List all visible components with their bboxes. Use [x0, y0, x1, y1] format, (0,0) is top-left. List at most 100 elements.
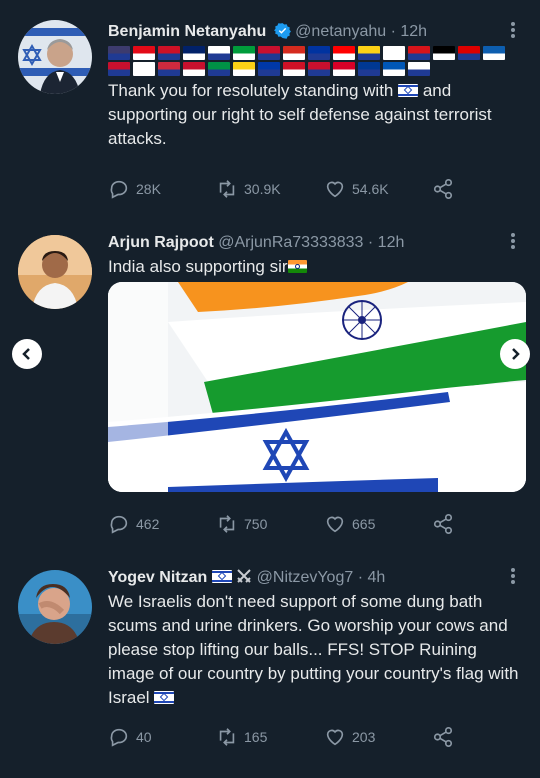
- israel-flag-icon: [154, 691, 175, 704]
- country-flag-icon: [258, 46, 280, 60]
- retweet-icon: [219, 728, 235, 746]
- country-flag-icon: [108, 62, 130, 76]
- israel-flag-icon: [398, 84, 419, 97]
- tweet-netanyahu[interactable]: Benjamin Netanyahu @netanyahu · 12h Than…: [0, 0, 540, 215]
- tweet-header: Arjun Rajpoot @ArjunRa73333833 · 12h: [108, 231, 526, 255]
- country-flag-icon: [483, 46, 505, 60]
- reply-icon: [110, 515, 128, 534]
- avatar-image: [18, 570, 92, 644]
- reply-button[interactable]: 28K: [108, 177, 161, 201]
- chevron-right-icon: [512, 348, 520, 360]
- retweet-count: 750: [244, 516, 268, 532]
- tweet-actions: 28K 30.9K 54.6K: [108, 177, 468, 201]
- heart-icon: [326, 729, 344, 746]
- retweet-icon: [219, 515, 235, 533]
- like-button[interactable]: 665: [324, 512, 375, 536]
- country-flag-icon: [208, 62, 230, 76]
- country-flag-icon: [258, 62, 280, 76]
- avatar-image: [18, 20, 92, 94]
- country-flag-icon: [408, 46, 430, 60]
- avatar[interactable]: [18, 20, 92, 94]
- share-button[interactable]: [432, 725, 454, 749]
- reply-icon: [110, 180, 128, 199]
- country-flag-icon: [183, 62, 205, 76]
- flag-emoji-row: [108, 46, 508, 76]
- retweet-count: 165: [244, 729, 268, 745]
- reply-button[interactable]: 462: [108, 512, 159, 536]
- country-flag-icon: [158, 46, 180, 60]
- country-flag-icon: [158, 62, 180, 76]
- like-button[interactable]: 203: [324, 725, 375, 749]
- display-name[interactable]: Yogev Nitzan: [108, 569, 207, 586]
- timestamp[interactable]: · 4h: [358, 569, 386, 586]
- user-handle[interactable]: @netanyahu: [295, 23, 386, 40]
- tweet-media-image[interactable]: [108, 282, 526, 492]
- reply-count: 28K: [136, 181, 161, 197]
- share-icon: [433, 179, 453, 199]
- carousel-next-button[interactable]: [500, 339, 530, 369]
- country-flag-icon: [208, 46, 230, 60]
- heart-icon: [326, 516, 344, 533]
- display-name[interactable]: Benjamin Netanyahu: [108, 23, 266, 40]
- more-options-icon[interactable]: [510, 22, 516, 40]
- crossed-swords-icon: [237, 569, 251, 583]
- retweet-button[interactable]: 750: [216, 512, 267, 536]
- reply-button[interactable]: 40: [108, 725, 152, 749]
- tweet-arjun[interactable]: Arjun Rajpoot @ArjunRa73333833 · 12h Ind…: [0, 230, 540, 550]
- user-handle[interactable]: @NitzevYog7: [257, 569, 354, 586]
- retweet-count: 30.9K: [244, 181, 281, 197]
- more-options-icon[interactable]: [510, 233, 516, 251]
- display-name[interactable]: Arjun Rajpoot: [108, 234, 214, 251]
- carousel-prev-button[interactable]: [12, 339, 42, 369]
- timestamp[interactable]: · 12h: [368, 234, 404, 251]
- like-count: 54.6K: [352, 181, 389, 197]
- country-flag-icon: [383, 62, 405, 76]
- country-flag-icon: [308, 62, 330, 76]
- share-button[interactable]: [432, 177, 454, 201]
- avatar[interactable]: [18, 570, 92, 644]
- avatar[interactable]: [18, 235, 92, 309]
- country-flag-icon: [233, 46, 255, 60]
- country-flag-icon: [333, 46, 355, 60]
- share-icon: [433, 727, 453, 747]
- share-icon: [433, 514, 453, 534]
- reply-count: 462: [136, 516, 160, 532]
- tweet-text: India also supporting sir: [108, 255, 526, 279]
- verified-badge-icon: [273, 23, 291, 39]
- avatar-image: [18, 235, 92, 309]
- tweet-text: We Israelis don't need support of some d…: [108, 592, 519, 707]
- user-handle[interactable]: @ArjunRa73333833: [218, 234, 363, 251]
- tweet-header: Yogev Nitzan @NitzevYog7 · 4h: [108, 566, 526, 590]
- reply-icon: [110, 728, 128, 747]
- israel-flag-icon: [211, 570, 232, 583]
- like-count: 203: [352, 729, 376, 745]
- country-flag-icon: [433, 46, 455, 60]
- india-israel-flags-image: [108, 282, 526, 492]
- reply-count: 40: [136, 729, 152, 745]
- retweet-button[interactable]: 30.9K: [216, 177, 281, 201]
- country-flag-icon: [308, 46, 330, 60]
- more-options-icon[interactable]: [510, 568, 516, 586]
- like-button[interactable]: 54.6K: [324, 177, 389, 201]
- country-flag-icon: [333, 62, 355, 76]
- country-flag-icon: [108, 46, 130, 60]
- tweet-actions: 40 165 203: [108, 725, 468, 749]
- country-flag-icon: [283, 46, 305, 60]
- country-flag-icon: [283, 62, 305, 76]
- heart-icon: [326, 181, 344, 198]
- country-flag-icon: [458, 46, 480, 60]
- tweet-header: Benjamin Netanyahu @netanyahu · 12h: [108, 20, 526, 44]
- country-flag-icon: [383, 46, 405, 60]
- tweet-actions: 462 750 665: [108, 512, 468, 536]
- retweet-icon: [219, 180, 235, 198]
- country-flag-icon: [358, 46, 380, 60]
- tweet-yogev[interactable]: Yogev Nitzan @NitzevYog7 · 4h We Israeli…: [0, 566, 540, 771]
- like-count: 665: [352, 516, 376, 532]
- retweet-button[interactable]: 165: [216, 725, 267, 749]
- chevron-left-icon: [22, 348, 30, 360]
- country-flag-icon: [358, 62, 380, 76]
- timestamp[interactable]: · 12h: [391, 23, 427, 40]
- india-flag-icon: [287, 260, 307, 273]
- country-flag-icon: [183, 46, 205, 60]
- share-button[interactable]: [432, 512, 454, 536]
